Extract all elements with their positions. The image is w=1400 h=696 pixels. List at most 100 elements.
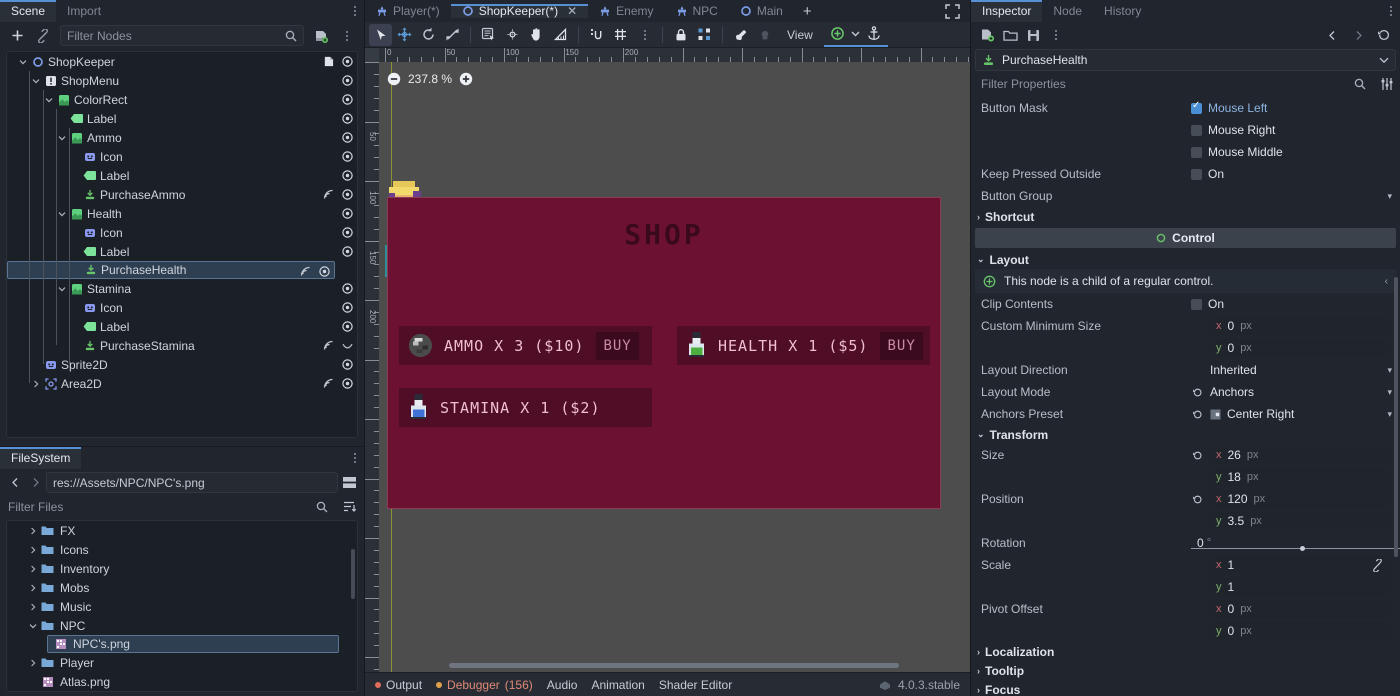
scene-tree-item-stamina[interactable]: Stamina xyxy=(7,279,357,298)
expand-arrow[interactable] xyxy=(29,584,39,592)
scene-tab-enemy[interactable]: Enemy xyxy=(588,4,664,18)
scene-tree-item-ammo[interactable]: Ammo xyxy=(7,128,357,147)
property-row-button-group[interactable]: Button Group ▾ xyxy=(971,185,1400,207)
chevron-down-icon[interactable]: ▾ xyxy=(1387,191,1392,202)
chevron-right-icon[interactable]: › xyxy=(977,666,980,676)
property-row-0[interactable]: y 0 px xyxy=(971,337,1400,359)
property-number-field[interactable]: x 0 px xyxy=(1210,600,1390,618)
visibility-icon[interactable] xyxy=(342,151,353,162)
tab-inspector[interactable]: Inspector xyxy=(971,0,1043,22)
scene-tab-main[interactable]: Main xyxy=(729,4,794,18)
property-dropdown[interactable]: Anchors ▾ xyxy=(1191,385,1400,399)
property-row-mouse-right[interactable]: Mouse Right xyxy=(971,119,1400,141)
filesystem-item[interactable]: Music xyxy=(7,597,357,616)
zoom-out-button[interactable] xyxy=(387,72,401,86)
inspector-tools-button[interactable] xyxy=(1047,30,1065,40)
chevron-down-icon[interactable] xyxy=(58,210,66,218)
list-select-button[interactable] xyxy=(477,24,500,46)
pivot-mode-button[interactable] xyxy=(501,24,524,46)
visibility-icon[interactable] xyxy=(342,208,353,219)
visibility-icon[interactable] xyxy=(342,378,353,389)
scene-tree-item-icon[interactable]: Icon xyxy=(7,298,357,317)
scene-dock-menu-button[interactable] xyxy=(346,0,364,22)
chevron-down-icon[interactable] xyxy=(29,622,37,630)
property-section-layout[interactable]: ⌄ Layout xyxy=(971,250,1400,269)
chevron-down-icon[interactable] xyxy=(58,134,66,142)
expand-arrow[interactable] xyxy=(29,565,39,573)
script-icon[interactable] xyxy=(323,56,334,67)
filter-properties-input[interactable]: Filter Properties xyxy=(975,73,1372,94)
property-dropdown[interactable]: Inherited ▾ xyxy=(1191,363,1400,377)
property-row-size[interactable]: Size x 26 px xyxy=(971,444,1400,466)
bottom-panel-output[interactable]: Output xyxy=(375,678,422,692)
inspector-settings-button[interactable] xyxy=(1378,75,1396,93)
property-checkbox[interactable] xyxy=(1191,168,1202,180)
expand-arrow[interactable] xyxy=(45,96,56,104)
chevron-right-icon[interactable]: › xyxy=(977,212,980,222)
filesystem-scrollbar[interactable] xyxy=(351,549,355,599)
chevron-down-icon[interactable]: ▾ xyxy=(1387,409,1392,420)
history-menu-button[interactable] xyxy=(1375,26,1393,44)
chevron-down-icon[interactable] xyxy=(19,58,27,66)
property-row-clip-contents[interactable]: Clip Contents On xyxy=(971,293,1400,315)
ruler-mode-button[interactable] xyxy=(549,24,572,46)
visibility-icon[interactable] xyxy=(342,189,353,200)
scene-tree-item-label[interactable]: Label xyxy=(7,317,357,336)
history-next-button[interactable] xyxy=(1349,26,1367,44)
scene-tree-item-purchasestamina[interactable]: PurchaseStamina xyxy=(7,336,357,355)
move-mode-button[interactable] xyxy=(393,24,416,46)
property-row-3-5[interactable]: y 3.5 px xyxy=(971,510,1400,532)
visibility-icon[interactable] xyxy=(342,246,353,257)
scene-tree[interactable]: ShopKeeper ShopMenu ColorRect Label Ammo Icon… xyxy=(6,51,358,438)
view-menu-button[interactable]: View xyxy=(777,28,823,42)
property-row-scale[interactable]: Scale x 1 xyxy=(971,554,1400,576)
chevron-right-icon[interactable] xyxy=(32,380,40,388)
property-row-custom-minimum-size[interactable]: Custom Minimum Size x 0 px xyxy=(971,315,1400,337)
visibility-icon[interactable] xyxy=(342,75,353,86)
slider-knob[interactable] xyxy=(1299,546,1305,551)
filesystem-item[interactable]: Icons xyxy=(7,540,357,559)
scene-tree-item-sprite2d[interactable]: Sprite2D xyxy=(7,355,357,374)
canvas-content[interactable]: 237.8 % SHOP AMMO X 3 ($10) BUY HEALTH X… xyxy=(379,62,970,672)
snap-mode-button[interactable] xyxy=(585,24,608,46)
property-row-position[interactable]: Position x 120 px xyxy=(971,488,1400,510)
chevron-down-icon[interactable] xyxy=(32,77,40,85)
expand-arrow[interactable] xyxy=(29,603,39,611)
bottom-panel-audio[interactable]: Audio xyxy=(547,678,578,692)
scene-tree-item-purchaseammo[interactable]: PurchaseAmmo xyxy=(7,185,357,204)
property-slider[interactable]: 0 ° xyxy=(1191,534,1400,552)
grid-snap-button[interactable] xyxy=(609,24,632,46)
property-row-anchors-preset[interactable]: Anchors Preset Center Right ▾ xyxy=(971,403,1400,425)
chevron-right-icon[interactable] xyxy=(29,659,37,667)
property-number-field[interactable]: x 120 px xyxy=(1210,490,1390,508)
inspector-menu-button[interactable] xyxy=(1382,0,1400,22)
expand-arrow[interactable] xyxy=(29,527,39,535)
visibility-icon[interactable] xyxy=(342,94,353,105)
expand-arrow[interactable] xyxy=(19,58,30,66)
property-section-focus[interactable]: › Focus xyxy=(971,680,1400,696)
visibility-off-icon[interactable] xyxy=(342,340,353,351)
property-checkbox[interactable] xyxy=(1191,124,1202,136)
close-icon[interactable]: ✕ xyxy=(567,4,577,18)
filesystem-item[interactable]: NPC's.png xyxy=(47,635,339,653)
scene-tree-item-icon[interactable]: Icon xyxy=(7,223,357,242)
bottom-panel-debugger[interactable]: Debugger (156) xyxy=(436,678,533,692)
chevron-down-icon[interactable] xyxy=(58,285,66,293)
expand-arrow[interactable] xyxy=(29,659,39,667)
add-anchor-button[interactable] xyxy=(826,23,849,45)
expand-arrow[interactable] xyxy=(29,622,39,630)
chevron-down-icon[interactable]: ⌄ xyxy=(977,254,985,265)
chevron-down-icon[interactable]: ▾ xyxy=(1387,387,1392,398)
property-row-pivot-offset[interactable]: Pivot Offset x 0 px xyxy=(971,598,1400,620)
property-checkbox[interactable] xyxy=(1191,146,1202,158)
new-resource-button[interactable] xyxy=(978,26,996,44)
inspector-properties-list[interactable]: Button Mask Mouse Left Mouse Right Mouse Mi… xyxy=(971,97,1400,696)
filesystem-item[interactable]: Mobs xyxy=(7,578,357,597)
snap-options-button[interactable] xyxy=(633,24,656,46)
property-row-layout-direction[interactable]: Layout Direction Inherited ▾ xyxy=(971,359,1400,381)
link-ratio-icon[interactable] xyxy=(1371,558,1384,572)
group-button[interactable] xyxy=(693,24,716,46)
anchor-mode-button[interactable] xyxy=(863,23,886,45)
add-scene-tab-button[interactable]: + xyxy=(794,4,821,19)
shop-item-row[interactable]: HEALTH X 1 ($5) BUY xyxy=(677,326,930,365)
